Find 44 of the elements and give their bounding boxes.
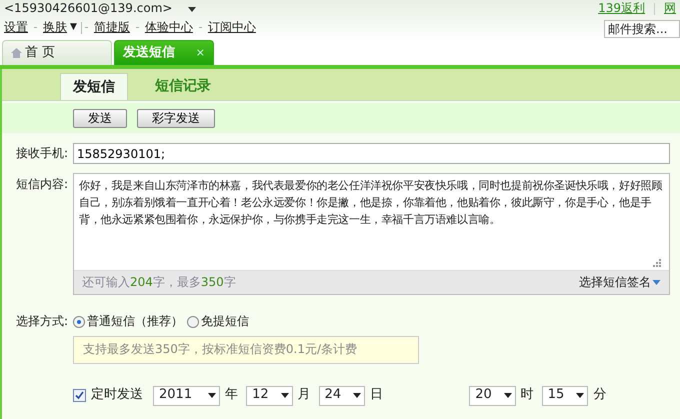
top-link[interactable]: 网 <box>664 1 676 17</box>
nav-link[interactable]: 设置 <box>4 20 28 36</box>
caret-icon[interactable]: ▼ <box>70 22 77 34</box>
dropdown-caret-icon <box>188 6 196 12</box>
checkbox-label: 定时发送 <box>91 387 143 404</box>
radio-option[interactable]: 免提短信 <box>187 314 249 330</box>
nav-link[interactable]: 换肤 <box>43 20 67 36</box>
caret-icon <box>208 393 216 398</box>
unit-label: 年 <box>225 387 238 404</box>
unit-label: 分 <box>593 387 606 404</box>
unit-label: 日 <box>370 387 384 404</box>
search-field[interactable]: 邮件搜索... <box>604 20 680 38</box>
field-label: 接收手机: <box>16 146 70 162</box>
checkbox[interactable] <box>73 389 86 402</box>
radio-option[interactable]: 普通短信（推荐） <box>73 314 183 330</box>
nav-link[interactable]: 订阅中心 <box>208 20 256 36</box>
tab[interactable]: 发短信 <box>60 73 128 100</box>
home-icon <box>11 48 22 58</box>
select-field[interactable]: 15 <box>542 386 588 406</box>
phone-field[interactable]: 15852930101; <box>73 143 670 164</box>
account-address: <15930426601@139.com> <box>4 1 172 17</box>
caret-icon <box>652 280 661 285</box>
caret-icon <box>504 393 512 398</box>
hint-tooltip: 支持最多发送350字，按标准短信资费0.1元/条计费 <box>73 336 419 364</box>
unit-label: 时 <box>520 387 534 404</box>
select-field[interactable]: 12 <box>246 386 293 406</box>
select-field[interactable]: 20 <box>469 386 516 406</box>
field-label: 选择方式: <box>16 314 70 330</box>
nav-link[interactable]: 体验中心 <box>144 20 193 36</box>
caret-icon <box>353 393 362 398</box>
tab[interactable]: 首 页 <box>2 40 112 65</box>
button[interactable]: 发送 <box>73 108 127 128</box>
caret-icon <box>576 393 584 398</box>
button[interactable]: 彩字发送 <box>137 108 215 128</box>
field-label: 短信内容: <box>16 176 70 193</box>
unit-label: 月 <box>298 387 311 404</box>
nav-link[interactable]: 简捷版 <box>94 20 130 36</box>
select-field[interactable]: 24 <box>318 386 366 406</box>
top-link[interactable]: 139返利 <box>598 1 645 17</box>
resize-grip-icon[interactable] <box>653 259 661 267</box>
signature-dropdown[interactable]: 选择短信签名 <box>579 274 661 290</box>
caret-icon <box>280 393 289 398</box>
select-field[interactable]: 2011 <box>153 386 220 406</box>
character-counter: 还可输入204字，最多350字 <box>82 274 236 290</box>
